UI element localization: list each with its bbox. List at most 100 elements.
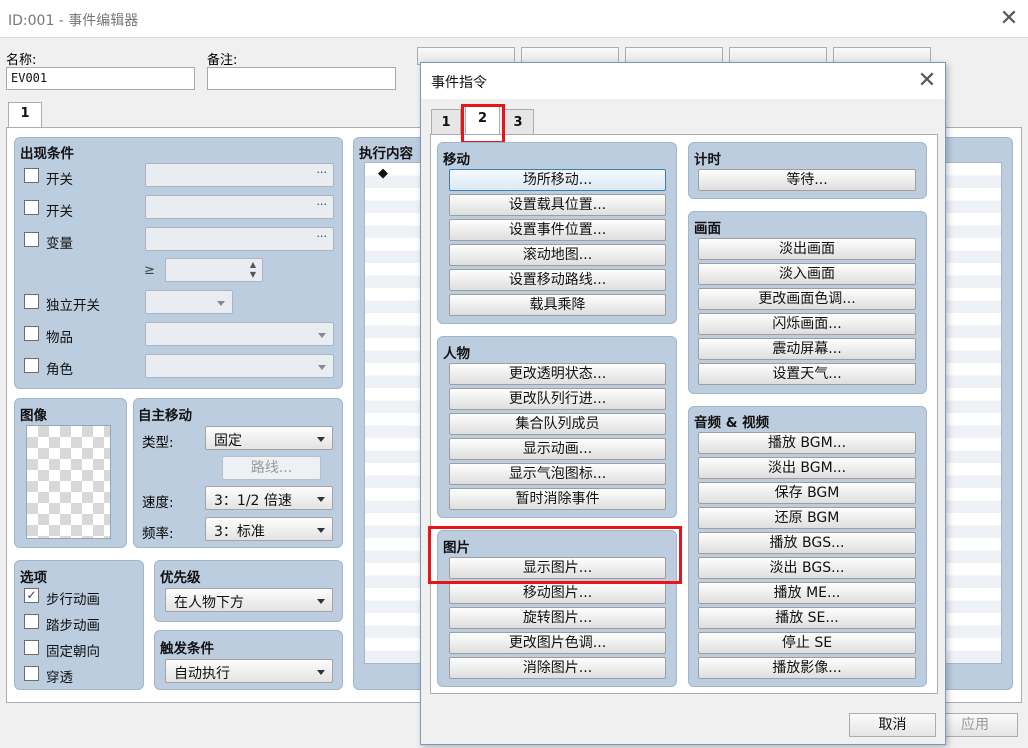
set-weather-button[interactable]: 设置天气... bbox=[698, 363, 916, 385]
chevron-down-icon bbox=[317, 497, 325, 502]
spinner-arrows-icon: ▲ ▼ bbox=[249, 260, 256, 279]
audio-video-title: 音频 & 视频 bbox=[694, 415, 770, 431]
tint-picture-button[interactable]: 更改图片色调... bbox=[449, 632, 666, 654]
switch2-field: ··· bbox=[145, 195, 334, 219]
type-select[interactable]: 固定 bbox=[205, 426, 333, 450]
shake-screen-button[interactable]: 震动屏幕... bbox=[698, 338, 916, 360]
dialog-header bbox=[421, 63, 945, 99]
variable-checkbox[interactable] bbox=[24, 232, 39, 247]
tab-page-1[interactable]: 1 bbox=[8, 102, 42, 128]
variable-label: 变量 bbox=[46, 236, 73, 252]
play-bgs-button[interactable]: 播放 BGS... bbox=[698, 532, 916, 554]
variable-field: ··· bbox=[145, 227, 334, 251]
show-animation-button[interactable]: 显示动画... bbox=[449, 438, 666, 460]
speed-value: 3：1/2 倍速 bbox=[214, 493, 292, 509]
chevron-down-icon bbox=[317, 599, 325, 604]
priority-value: 在人物下方 bbox=[174, 595, 244, 611]
actor-checkbox[interactable] bbox=[24, 358, 39, 373]
switch2-checkbox[interactable] bbox=[24, 200, 39, 215]
resume-bgm-button[interactable]: 还原 BGM bbox=[698, 507, 916, 529]
freq-value: 3：标准 bbox=[214, 524, 265, 540]
change-followers-button[interactable]: 更改队列行进... bbox=[449, 388, 666, 410]
stepping-checkbox[interactable] bbox=[24, 614, 39, 629]
dialog-title: 事件指令 bbox=[431, 75, 487, 91]
through-checkbox[interactable] bbox=[24, 666, 39, 681]
close-icon[interactable]: ✕ bbox=[997, 8, 1021, 32]
set-movement-route-button[interactable]: 设置移动路线... bbox=[449, 269, 666, 291]
tab-1[interactable]: 1 bbox=[431, 109, 461, 135]
direction-fix-checkbox[interactable] bbox=[24, 640, 39, 655]
set-event-location-button[interactable]: 设置事件位置... bbox=[449, 219, 666, 241]
walking-checkbox[interactable]: ✓ bbox=[24, 588, 39, 603]
rotate-picture-button[interactable]: 旋转图片... bbox=[449, 607, 666, 629]
tab-3[interactable]: 3 bbox=[502, 109, 534, 135]
trigger-value: 自动执行 bbox=[174, 666, 230, 682]
priority-select[interactable]: 在人物下方 bbox=[165, 588, 333, 612]
set-vehicle-location-button[interactable]: 设置载具位置... bbox=[449, 194, 666, 216]
priority-title: 优先级 bbox=[160, 570, 201, 586]
fadeout-screen-button[interactable]: 淡出画面 bbox=[698, 238, 916, 260]
chevron-down-icon bbox=[318, 333, 326, 338]
gather-followers-button[interactable]: 集合队列成员 bbox=[449, 413, 666, 435]
stop-se-button[interactable]: 停止 SE bbox=[698, 632, 916, 654]
erase-picture-button[interactable]: 消除图片... bbox=[449, 657, 666, 679]
play-bgm-button[interactable]: 播放 BGM... bbox=[698, 432, 916, 454]
flash-screen-button[interactable]: 闪烁画面... bbox=[698, 313, 916, 335]
self-switch-label: 独立开关 bbox=[46, 298, 100, 314]
self-switch-checkbox[interactable] bbox=[24, 294, 39, 309]
route-button: 路线... bbox=[222, 456, 321, 480]
conditions-title: 出现条件 bbox=[20, 146, 74, 162]
trigger-select[interactable]: 自动执行 bbox=[165, 659, 333, 683]
note-input[interactable] bbox=[207, 67, 396, 90]
title-bar bbox=[0, 0, 1028, 38]
play-movie-button[interactable]: 播放影像... bbox=[698, 657, 916, 679]
wait-button[interactable]: 等待... bbox=[698, 169, 916, 191]
contents-marker[interactable]: ◆ bbox=[378, 166, 388, 181]
name-input[interactable]: EV001 bbox=[6, 67, 195, 90]
character-title: 人物 bbox=[443, 346, 470, 362]
erase-event-button[interactable]: 暂时消除事件 bbox=[449, 488, 666, 510]
actor-select bbox=[145, 354, 334, 378]
image-preview[interactable] bbox=[26, 425, 111, 539]
window-title: ID:001 - 事件编辑器 bbox=[8, 13, 139, 29]
change-transparency-button[interactable]: 更改透明状态... bbox=[449, 363, 666, 385]
fadeout-bgs-button[interactable]: 淡出 BGS... bbox=[698, 557, 916, 579]
type-label: 类型: bbox=[142, 435, 174, 451]
movement-title: 移动 bbox=[443, 152, 470, 168]
event-commands-dialog: 事件指令 ✕ 1 2 3 移动 场所移动... 设置载具位置... 设置事件位置… bbox=[420, 62, 946, 745]
transfer-player-button[interactable]: 场所移动... bbox=[449, 169, 666, 191]
vehicle-ride-button[interactable]: 载具乘降 bbox=[449, 294, 666, 316]
trigger-title: 触发条件 bbox=[160, 641, 214, 657]
tint-screen-button[interactable]: 更改画面色调... bbox=[698, 288, 916, 310]
chevron-down-icon bbox=[317, 528, 325, 533]
save-bgm-button[interactable]: 保存 BGM bbox=[698, 482, 916, 504]
chevron-down-icon bbox=[317, 437, 325, 442]
play-se-button[interactable]: 播放 SE... bbox=[698, 607, 916, 629]
show-balloon-icon-button[interactable]: 显示气泡图标... bbox=[449, 463, 666, 485]
name-label: 名称: bbox=[6, 53, 37, 68]
tab-2[interactable]: 2 bbox=[465, 105, 500, 135]
fadein-screen-button[interactable]: 淡入画面 bbox=[698, 263, 916, 285]
self-switch-select bbox=[145, 290, 233, 314]
timing-title: 计时 bbox=[694, 152, 721, 168]
freq-select[interactable]: 3：标准 bbox=[205, 517, 333, 541]
options-title: 选项 bbox=[20, 570, 47, 586]
variable-value-spinner: ▲ ▼ bbox=[165, 258, 263, 282]
speed-select[interactable]: 3：1/2 倍速 bbox=[205, 486, 333, 510]
dialog-close-icon[interactable]: ✕ bbox=[915, 70, 939, 94]
freq-label: 频率: bbox=[142, 526, 174, 542]
item-checkbox[interactable] bbox=[24, 326, 39, 341]
move-picture-button[interactable]: 移动图片... bbox=[449, 582, 666, 604]
switch1-field: ··· bbox=[145, 163, 334, 187]
fadeout-bgm-button[interactable]: 淡出 BGM... bbox=[698, 457, 916, 479]
image-title: 图像 bbox=[20, 408, 47, 424]
scroll-map-button[interactable]: 滚动地图... bbox=[449, 244, 666, 266]
play-me-button[interactable]: 播放 ME... bbox=[698, 582, 916, 604]
switch1-checkbox[interactable] bbox=[24, 168, 39, 183]
direction-fix-label: 固定朝向 bbox=[46, 644, 100, 660]
chevron-down-icon bbox=[217, 301, 225, 306]
show-picture-button[interactable]: 显示图片... bbox=[449, 557, 666, 579]
dialog-cancel-button[interactable]: 取消 bbox=[849, 713, 936, 737]
variable-dots: ··· bbox=[316, 230, 328, 243]
switch2-label: 开关 bbox=[46, 204, 73, 220]
